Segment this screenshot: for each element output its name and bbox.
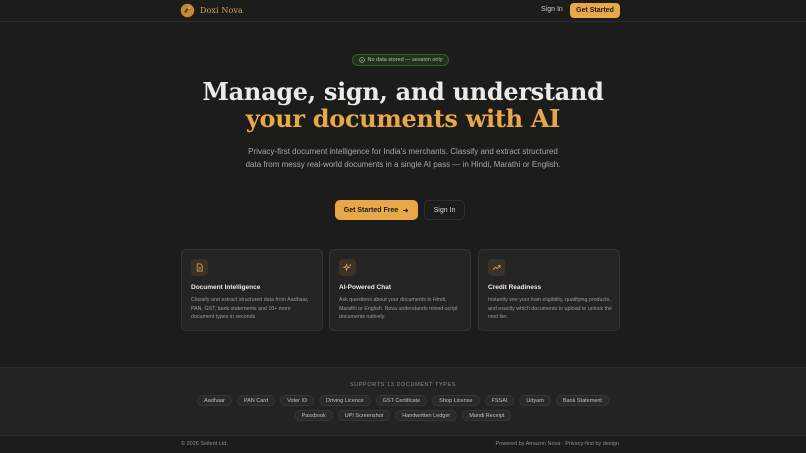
document-type-list: Aadhaar PAN Card Voter ID Driving Licenc… [180,395,626,421]
hero-title: Manage, sign, and understand your docume… [0,78,806,132]
top-nav: Doxi Nova Sign In Get Started [0,0,806,22]
document-type-chip: UPI Screenshot [337,410,391,421]
arrow-right-icon [403,207,409,213]
hero-sign-in-button[interactable]: Sign In [424,200,465,220]
hero-subtitle: Privacy-first document intelligence for … [245,147,561,169]
brand-name: Doxi Nova [200,6,243,15]
privacy-badge: No data stored — session only [352,54,449,66]
feature-description: Instantly see your loan eligibility, qua… [488,297,612,321]
hero-title-accent: your documents with AI [245,104,561,133]
document-type-chip: Shop License [432,395,480,406]
document-type-chip: FSSAI [484,395,515,406]
document-type-chip: Voter ID [280,395,315,406]
document-type-chip: Aadhaar [197,395,232,406]
feature-card-document-intelligence: Document Intelligence Classify and extra… [181,249,323,331]
feature-title: Credit Readiness [488,284,542,291]
document-type-chip: PAN Card [236,395,276,406]
document-type-chip: Handwritten Ledger [395,410,458,421]
document-type-chip: Udyam [519,395,551,406]
feature-card-ai-chat: AI-Powered Chat Ask questions about your… [329,249,471,331]
shield-check-icon [358,57,365,63]
feature-description: Ask questions about your documents in Hi… [339,297,458,321]
nav-get-started-button[interactable]: Get Started [570,3,620,18]
supported-documents-title: SUPPORTS 13 DOCUMENT TYPES [349,382,457,388]
trending-up-icon [492,265,501,271]
hero-title-line1: Manage, sign, and understand [202,77,604,106]
document-type-chip: Passbook [294,410,333,421]
feature-card-credit-readiness: Credit Readiness Instantly see your loan… [478,249,620,331]
get-started-free-label: Get Started Free [343,206,399,214]
feature-title: AI-Powered Chat [339,284,392,291]
document-type-chip: Mandi Receipt [462,410,512,421]
document-type-chip: Driving Licence [319,395,371,406]
document-type-chip: Bank Statement [555,395,609,406]
get-started-free-button[interactable]: Get Started Free [335,200,418,220]
feature-description: Classify and extract structured data fro… [191,297,309,321]
feature-title: Document Intelligence [191,284,261,291]
privacy-badge-label: No data stored — session only [367,57,443,63]
document-type-chip: GST Certificate [375,395,428,406]
sparkles-icon [343,263,352,272]
logo-icon [180,3,195,18]
supported-documents-section: SUPPORTS 13 DOCUMENT TYPES Aadhaar PAN C… [0,367,806,436]
footer-powered-by: Powered by Amazon Nova · Privacy-first b… [495,441,620,447]
nav-sign-in-link[interactable]: Sign In [541,6,563,13]
document-icon [196,263,203,272]
brand[interactable]: Doxi Nova [180,3,243,18]
